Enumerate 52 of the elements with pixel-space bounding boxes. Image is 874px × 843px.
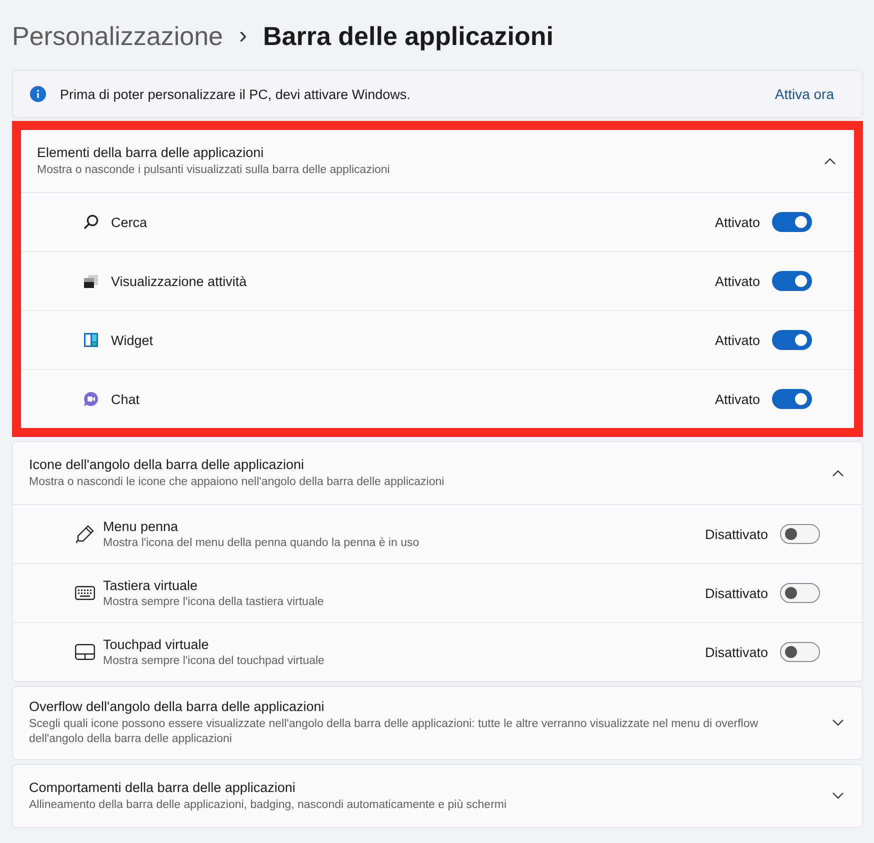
section-description: Allineamento della barra delle applicazioni, badging, nascondi automaticamente e più schermi [29,798,508,812]
banner-message: Prima di poter personalizzare il PC, devi attivare Windows. [60,86,412,102]
section-header[interactable]: Elementi della barra delle applicazioni Mostra o nasconde i pulsanti visualizzati sulla barra delle applicazioni [21,130,854,193]
chevron-up-icon[interactable] [824,157,836,165]
chevron-down-icon[interactable] [832,792,844,800]
setting-label: Cerca [111,214,148,230]
setting-description: Mostra l'icona del menu della penna quando la penna è in uso [103,537,420,549]
toggle-switch[interactable] [780,642,820,662]
toggle-state-label: Disattivato [704,526,768,542]
toggle-switch[interactable] [772,389,812,409]
search-icon [83,214,99,230]
setting-label: Chat [111,392,141,406]
toggle-switch[interactable] [772,212,812,232]
task-view-icon [83,273,99,289]
toggle-state-label: Attivato [714,214,760,230]
chevron-down-icon[interactable] [832,719,844,727]
toggle-state-label: Disattivato [704,644,768,660]
setting-description: Mostra sempre l'icona del touchpad virtuale [103,655,326,667]
toggle-switch[interactable] [772,271,812,291]
toggle-switch[interactable] [772,330,812,350]
section-title: Overflow dell'angolo della barra delle applicazioni [29,699,326,714]
setting-description: Mostra sempre l'icona della tastiera virtuale [103,596,325,608]
setting-label: Visualizzazione attività [111,274,248,288]
info-icon [30,86,46,102]
section-description: Scegli quali icone possono essere visualizzate nell'angolo della barra delle applicazioni: tutte le altre verranno visualizzate nel menu di overflow dell'angolo della barra delle applicazioni [29,717,760,747]
section-title: Comportamenti della barra delle applicazioni [29,780,296,794]
setting-label: Menu penna [103,519,180,534]
setting-label: Touchpad virtuale [103,637,210,652]
section-header[interactable]: Icone dell'angolo della barra delle applicazioni Mostra o nascondi le icone che appaiono nell'angolo della barra delle applicazioni [13,442,862,505]
section-title: Elementi della barra delle applicazioni [37,144,265,160]
section-description: Mostra o nascondi le icone che appaiono nell'angolo della barra delle applicazioni [29,474,446,490]
section-description: Mostra o nasconde i pulsanti visualizzati sulla barra delle applicazioni [37,162,391,178]
chevron-up-icon[interactable] [832,469,844,477]
breadcrumb-separator: › [239,22,248,50]
touchpad-icon [75,644,95,660]
toggle-state-label: Attivato [714,392,760,406]
breadcrumb-parent[interactable]: Personalizzazione [12,20,224,52]
section-title: Icone dell'angolo della barra delle applicazioni [29,456,306,472]
activate-link[interactable]: Attiva ora [774,86,834,102]
toggle-switch[interactable] [780,583,820,603]
toggle-state-label: Disattivato [704,586,768,600]
page-title: Barra delle applicazioni [263,20,554,52]
setting-label: Widget [111,332,154,348]
keyboard-icon [75,586,95,600]
pen-icon [75,524,95,544]
toggle-state-label: Attivato [714,274,760,288]
widget-icon [83,332,99,348]
toggle-switch[interactable] [780,524,820,544]
chat-icon [83,391,99,407]
section-header[interactable]: Comportamenti della barra delle applicazioni Allineamento della barra delle applicazioni, badging, nascondi automaticamente e più schermi [13,765,862,827]
setting-label: Tastiera virtuale [103,578,199,593]
toggle-state-label: Attivato [714,332,760,348]
